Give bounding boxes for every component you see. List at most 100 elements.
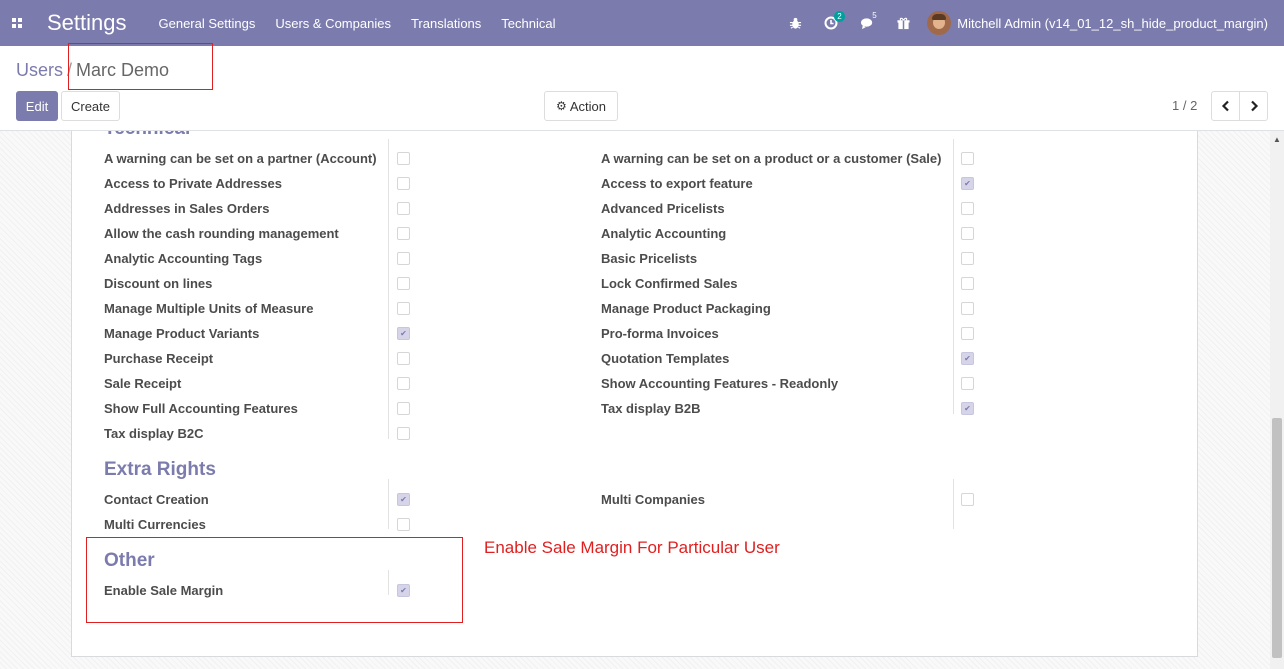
- field-checkbox[interactable]: [397, 402, 410, 415]
- field-checkbox[interactable]: [961, 493, 974, 506]
- field-checkbox[interactable]: [397, 427, 410, 440]
- chevron-left-icon: [1221, 100, 1229, 112]
- field-label: Quotation Templates: [601, 351, 730, 366]
- pager-next-button[interactable]: [1239, 91, 1268, 121]
- column-separator: [953, 479, 954, 529]
- field-checkbox[interactable]: [397, 227, 410, 240]
- field-row: Pro-forma Invoices: [601, 321, 719, 346]
- field-label: Addresses in Sales Orders: [104, 201, 270, 216]
- field-row: Lock Confirmed Sales: [601, 271, 738, 296]
- field-checkbox[interactable]: [397, 202, 410, 215]
- create-button[interactable]: Create: [61, 91, 120, 121]
- form-view-content[interactable]: Technical A warning can be set on a part…: [0, 131, 1270, 669]
- field-label: Manage Product Variants: [104, 326, 260, 341]
- user-menu-name[interactable]: Mitchell Admin (v14_01_12_sh_hide_produc…: [957, 16, 1268, 31]
- scroll-up-arrow-icon[interactable]: ▲: [1273, 135, 1281, 144]
- field-row: Access to Private Addresses: [104, 171, 282, 196]
- section-title-extra-rights: Extra Rights: [104, 459, 216, 480]
- field-row: Multi Companies: [601, 487, 705, 512]
- field-row: A warning can be set on a product or a c…: [601, 146, 941, 171]
- field-checkbox[interactable]: [397, 152, 410, 165]
- field-checkbox[interactable]: [961, 302, 974, 315]
- edit-button[interactable]: Edit: [16, 91, 58, 121]
- field-checkbox[interactable]: [961, 152, 974, 165]
- messages-count-badge: 5: [872, 11, 877, 20]
- field-row: Addresses in Sales Orders: [104, 196, 269, 221]
- user-avatar[interactable]: [927, 11, 952, 35]
- field-checkbox[interactable]: [397, 252, 410, 265]
- debug-bug-icon[interactable]: [782, 0, 808, 46]
- menu-technical[interactable]: Technical: [501, 16, 555, 31]
- action-button[interactable]: ⚙ Action: [544, 91, 618, 121]
- field-checkbox[interactable]: [961, 402, 974, 415]
- field-row: Show Full Accounting Features: [104, 396, 298, 421]
- field-row: Manage Multiple Units of Measure: [104, 296, 313, 321]
- annotation-text: Enable Sale Margin For Particular User: [484, 538, 780, 557]
- field-label: Manage Product Packaging: [601, 301, 771, 316]
- field-label: Multi Companies: [601, 492, 706, 507]
- menu-translations[interactable]: Translations: [411, 16, 481, 31]
- field-checkbox[interactable]: [961, 277, 974, 290]
- field-label: Manage Multiple Units of Measure: [104, 301, 314, 316]
- action-button-label: Action: [569, 98, 606, 114]
- chevron-right-icon: [1250, 100, 1258, 112]
- field-checkbox[interactable]: [961, 202, 974, 215]
- field-label: Tax display B2C: [104, 426, 204, 441]
- field-row: Discount on lines: [104, 271, 212, 296]
- pager-value[interactable]: 1 / 2: [1172, 98, 1197, 113]
- field-row: Contact Creation: [104, 487, 209, 512]
- menu-general-settings[interactable]: General Settings: [159, 16, 256, 31]
- field-label: Pro-forma Invoices: [601, 326, 719, 341]
- field-row: Access to export feature: [601, 171, 753, 196]
- field-row: Sale Receipt: [104, 371, 181, 396]
- field-row: A warning can be set on a partner (Accou…: [104, 146, 377, 171]
- field-checkbox[interactable]: [397, 352, 410, 365]
- activity-clock-icon[interactable]: 2: [818, 0, 845, 46]
- field-checkbox[interactable]: [961, 377, 974, 390]
- top-navbar: Settings General Settings Users & Compan…: [0, 0, 1284, 46]
- column-separator: [953, 139, 954, 414]
- field-checkbox[interactable]: [961, 177, 974, 190]
- field-row: Quotation Templates: [601, 346, 729, 371]
- field-row: Purchase Receipt: [104, 346, 213, 371]
- field-row: Analytic Accounting Tags: [104, 246, 262, 271]
- field-checkbox[interactable]: [397, 327, 410, 340]
- field-row: Advanced Pricelists: [601, 196, 725, 221]
- field-checkbox[interactable]: [397, 377, 410, 390]
- field-checkbox[interactable]: [961, 352, 974, 365]
- field-row: Show Accounting Features - Readonly: [601, 371, 838, 396]
- pager-previous-button[interactable]: [1211, 91, 1240, 121]
- highlight-box-other-section: [86, 537, 463, 623]
- field-checkbox[interactable]: [397, 518, 410, 531]
- gift-icon[interactable]: [890, 0, 916, 46]
- field-checkbox[interactable]: [961, 252, 974, 265]
- field-label: Contact Creation: [104, 492, 209, 507]
- field-label: A warning can be set on a partner (Accou…: [104, 151, 377, 166]
- field-row: Allow the cash rounding management: [104, 221, 339, 246]
- field-label: Show Full Accounting Features: [104, 401, 298, 416]
- field-label: A warning can be set on a product or a c…: [601, 151, 942, 166]
- vertical-scrollbar[interactable]: ▲: [1270, 131, 1284, 669]
- field-label: Multi Currencies: [104, 517, 206, 532]
- field-row: Analytic Accounting: [601, 221, 726, 246]
- messages-chat-icon[interactable]: 5: [854, 0, 880, 46]
- gear-icon: ⚙: [556, 99, 567, 113]
- scrollbar-thumb[interactable]: [1272, 418, 1282, 658]
- field-checkbox[interactable]: [961, 227, 974, 240]
- field-label: Advanced Pricelists: [601, 201, 725, 216]
- field-checkbox[interactable]: [397, 302, 410, 315]
- menu-users-companies[interactable]: Users & Companies: [275, 16, 391, 31]
- field-row: Basic Pricelists: [601, 246, 697, 271]
- field-label: Sale Receipt: [104, 376, 182, 391]
- field-checkbox[interactable]: [961, 327, 974, 340]
- field-checkbox[interactable]: [397, 277, 410, 290]
- column-separator: [388, 139, 389, 439]
- field-checkbox[interactable]: [397, 493, 410, 506]
- field-label: Analytic Accounting Tags: [104, 251, 263, 266]
- breadcrumb-users-link[interactable]: Users: [16, 60, 63, 80]
- systray: 2 5 Mitchell Admin (v14_01_12_sh_hide_pr…: [777, 0, 1284, 46]
- app-title[interactable]: Settings: [47, 10, 127, 36]
- field-label: Access to Private Addresses: [104, 176, 283, 191]
- field-checkbox[interactable]: [397, 177, 410, 190]
- apps-menu-icon[interactable]: [2, 0, 32, 46]
